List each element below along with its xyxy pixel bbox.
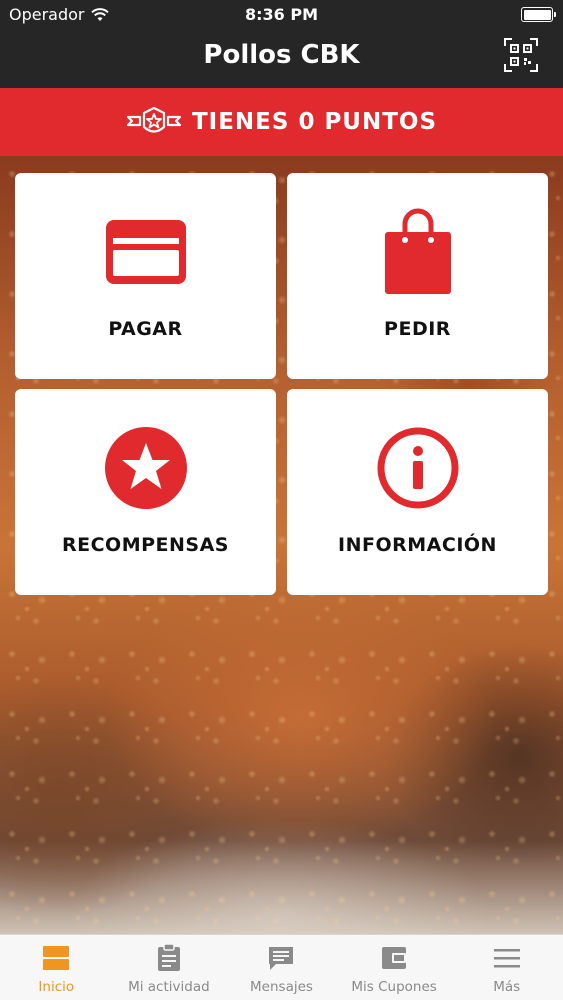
tab-bar: Inicio Mi actividad Mensajes Mis Cupones… xyxy=(0,934,563,1000)
star-icon xyxy=(104,423,188,513)
tab-label: Mi actividad xyxy=(128,979,210,995)
nav-bar: Pollos CBK xyxy=(0,30,563,88)
status-bar: Operador 8:36 PM xyxy=(0,0,563,30)
clock: 8:36 PM xyxy=(244,5,318,24)
message-icon xyxy=(266,943,296,973)
qr-code-icon[interactable] xyxy=(504,38,538,72)
badge-star-icon xyxy=(126,106,182,133)
pay-label: PAGAR xyxy=(108,318,183,340)
order-tile[interactable]: PEDIR xyxy=(287,173,548,379)
home-icon xyxy=(41,943,71,973)
card-icon xyxy=(104,207,188,297)
tab-mis-cupones[interactable]: Mis Cupones xyxy=(338,935,451,1000)
info-label: INFORMACIÓN xyxy=(338,534,497,556)
info-icon xyxy=(376,423,460,513)
shopping-bag-icon xyxy=(383,207,453,297)
battery-icon xyxy=(521,7,556,22)
page-title: Pollos CBK xyxy=(203,40,360,70)
tab-label: Inicio xyxy=(38,979,75,995)
tab-label: Mensajes xyxy=(250,979,313,995)
tab-label: Más xyxy=(493,979,521,995)
order-label: PEDIR xyxy=(384,318,451,340)
top-bar: Operador 8:36 PM Pollos CBK xyxy=(0,0,563,88)
rewards-label: RECOMPENSAS xyxy=(62,534,229,556)
rewards-tile[interactable]: RECOMPENSAS xyxy=(15,389,276,595)
tab-label: Mis Cupones xyxy=(351,979,437,995)
points-banner[interactable]: TIENES 0 PUNTOS xyxy=(0,88,563,156)
tab-mas[interactable]: Más xyxy=(450,935,563,1000)
tab-mi-actividad[interactable]: Mi actividad xyxy=(113,935,226,1000)
info-tile[interactable]: INFORMACIÓN xyxy=(287,389,548,595)
wallet-icon xyxy=(379,943,409,973)
menu-icon xyxy=(492,943,522,973)
clipboard-icon xyxy=(154,943,184,973)
points-label: TIENES 0 PUNTOS xyxy=(191,109,438,135)
pay-tile[interactable]: PAGAR xyxy=(15,173,276,379)
tab-inicio[interactable]: Inicio xyxy=(0,935,113,1000)
tab-mensajes[interactable]: Mensajes xyxy=(225,935,338,1000)
